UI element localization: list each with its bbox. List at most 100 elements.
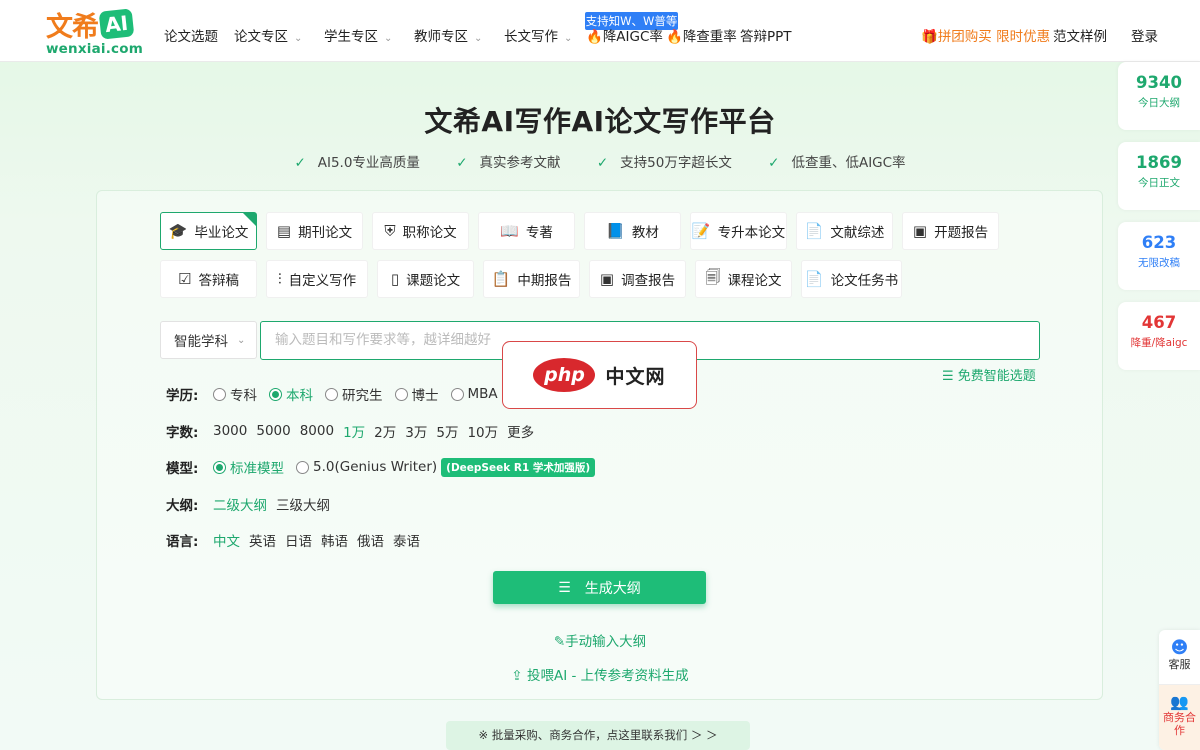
language-option-selected[interactable]: 中文 bbox=[213, 530, 240, 550]
bulk-purchase-bar[interactable]: ※ 批量采购、商务合作，点这里联系我们 ＞ ＞ bbox=[446, 721, 750, 750]
tab-literature-review[interactable]: 📄 文献综述 bbox=[796, 212, 893, 250]
language-option[interactable]: 日语 bbox=[285, 530, 312, 550]
tab-label: 中期报告 bbox=[517, 273, 572, 289]
tab-label: 答辩稿 bbox=[198, 273, 239, 289]
tab-label: 调查报告 bbox=[621, 273, 676, 289]
education-option-junior-college[interactable]: 专科 bbox=[213, 384, 257, 404]
topic-input-placeholder: 输入题目和写作要求等，越详细越好 bbox=[275, 332, 491, 348]
radio-button[interactable] bbox=[450, 387, 464, 401]
word-count-option[interactable]: 2万 bbox=[374, 421, 396, 441]
word-count-option[interactable]: 10万 bbox=[467, 421, 498, 441]
radio-button[interactable] bbox=[296, 460, 309, 474]
tab-graduation-thesis[interactable]: 🎓 毕业论文 bbox=[160, 212, 257, 250]
model-option-standard[interactable]: 标准模型 bbox=[213, 457, 284, 477]
word-count-option[interactable]: 5万 bbox=[436, 421, 458, 441]
stat-number: 9340 bbox=[1136, 73, 1182, 92]
model-label: 模型: bbox=[166, 461, 199, 477]
nav-paper-zone[interactable]: 论文专区 ⌄ bbox=[234, 28, 302, 48]
option-label: 博士 bbox=[411, 388, 439, 404]
word-count-option[interactable]: 8000 bbox=[300, 423, 334, 439]
language-option[interactable]: 俄语 bbox=[357, 530, 384, 550]
group-buy-promo[interactable]: 🎁拼团购买 限时优惠 bbox=[921, 28, 1050, 46]
word-count-option[interactable]: 3万 bbox=[405, 421, 427, 441]
option-label: 5.0(Genius Writer) bbox=[313, 459, 438, 475]
stat-number: 1869 bbox=[1136, 153, 1182, 172]
tab-defense-script[interactable]: ☑ 答辩稿 bbox=[160, 260, 257, 298]
textbook-icon: 📘 bbox=[606, 222, 625, 240]
tab-title-paper[interactable]: ⛨ 职称论文 bbox=[372, 212, 469, 250]
php-cn-text: 中文网 bbox=[605, 365, 666, 388]
nav-sample-papers[interactable]: 范文样例 bbox=[1053, 28, 1107, 46]
nav-topic-selection[interactable]: 论文选题 bbox=[164, 28, 218, 46]
tab-journal-paper[interactable]: ▤ 期刊论文 bbox=[266, 212, 363, 250]
language-option[interactable]: 泰语 bbox=[393, 530, 420, 550]
tab-midterm-report[interactable]: 📋 中期报告 bbox=[483, 260, 580, 298]
hero-title-a: 文希AI写作 bbox=[424, 105, 572, 138]
tab-project-paper[interactable]: ▯ 课题论文 bbox=[377, 260, 474, 298]
free-topic-link[interactable]: ☰ 免费智能选题 bbox=[942, 365, 1036, 384]
customer-service-button[interactable]: ☻ 客服 bbox=[1159, 630, 1200, 685]
radio-button[interactable] bbox=[213, 387, 226, 401]
nav-teacher-zone[interactable]: 教师专区 ⌄ bbox=[414, 28, 482, 48]
tab-label: 专著 bbox=[525, 225, 553, 241]
tab-upgrade-paper[interactable]: 📝 专升本论文 bbox=[690, 212, 787, 250]
stat-label: 无限改稿 bbox=[1138, 257, 1180, 269]
manual-outline-link[interactable]: ✎手动输入大纲 bbox=[0, 630, 1200, 650]
feature-item: ✓ 低查重、低AIGC率 bbox=[760, 155, 913, 171]
upload-reference-link[interactable]: ⇪ 投喂AI - 上传参考资料生成 bbox=[0, 664, 1200, 684]
nav-reduce-aigc[interactable]: 🔥降AIGC率 bbox=[586, 28, 663, 46]
stat-reduce-rate: 467 降重/降aigc bbox=[1118, 302, 1200, 370]
stat-label: 今日大纲 bbox=[1138, 97, 1180, 109]
tab-paper-assignment[interactable]: 📄 论文任务书 bbox=[801, 260, 902, 298]
language-option[interactable]: 英语 bbox=[249, 530, 276, 550]
model-option-genius[interactable]: 5.0(Genius Writer) bbox=[296, 459, 437, 475]
radio-button[interactable] bbox=[394, 387, 408, 401]
word-count-label: 字数: bbox=[166, 425, 199, 441]
clipboard-icon: 📋 bbox=[491, 270, 511, 288]
radio-button[interactable] bbox=[269, 387, 282, 401]
tab-label: 课题论文 bbox=[406, 273, 461, 289]
education-option-mba[interactable]: MBA bbox=[450, 386, 498, 402]
nav-long-writing[interactable]: 长文写作 ⌄ bbox=[504, 28, 572, 48]
login-link[interactable]: 登录 bbox=[1131, 28, 1158, 46]
nav-defense-ppt[interactable]: 答辩PPT bbox=[740, 28, 792, 46]
nav-label: 答辩PPT bbox=[740, 29, 792, 45]
tab-course-paper[interactable]: 🗐 课程论文 bbox=[695, 260, 792, 298]
word-count-more[interactable]: 更多 bbox=[507, 421, 534, 441]
business-cooperation-button[interactable]: 👥 商务合作 bbox=[1159, 685, 1200, 750]
radio-button[interactable] bbox=[213, 460, 226, 474]
subject-select[interactable]: 智能学科 ⌄ bbox=[160, 321, 257, 359]
doc-edit-icon: 📝 bbox=[691, 222, 711, 240]
tab-monograph[interactable]: 📖 专著 bbox=[478, 212, 575, 250]
education-option-master[interactable]: 研究生 bbox=[325, 384, 383, 404]
education-option-bachelor[interactable]: 本科 bbox=[269, 384, 313, 404]
tab-textbook[interactable]: 📘 教材 bbox=[584, 212, 681, 250]
outline-option-selected[interactable]: 二级大纲 bbox=[213, 494, 267, 514]
radio-button[interactable] bbox=[325, 387, 338, 401]
report-icon: ▣ bbox=[912, 222, 928, 240]
tab-label: 毕业论文 bbox=[194, 225, 249, 241]
generate-outline-button[interactable]: ☰ 生成大纲 bbox=[493, 571, 706, 604]
free-topic-label: 免费智能选题 bbox=[957, 369, 1036, 384]
chevron-down-icon: ⌄ bbox=[564, 33, 573, 44]
language-option[interactable]: 韩语 bbox=[321, 530, 348, 550]
word-count-option[interactable]: 5000 bbox=[256, 423, 290, 439]
nav-label: 论文专区 bbox=[234, 29, 288, 45]
outline-option[interactable]: 三级大纲 bbox=[276, 494, 330, 514]
tab-survey-report[interactable]: ▣ 调查报告 bbox=[589, 260, 686, 298]
site-logo[interactable]: 文希 AI wenxiai.com bbox=[46, 8, 143, 58]
word-count-option-selected[interactable]: 1万 bbox=[343, 421, 365, 441]
nav-reduce-duplicate[interactable]: 🔥降查重率 bbox=[666, 28, 737, 46]
tab-label: 课程论文 bbox=[727, 273, 782, 289]
php-logo: php bbox=[533, 358, 596, 392]
nav-student-zone[interactable]: 学生专区 ⌄ bbox=[324, 28, 392, 48]
word-count-option[interactable]: 3000 bbox=[213, 423, 247, 439]
bulk-purchase-label: ※ 批量采购、商务合作，点这里联系我们 ＞ ＞ bbox=[478, 728, 718, 742]
chevron-down-icon: ⌄ bbox=[294, 33, 303, 44]
education-option-doctor[interactable]: 博士 bbox=[394, 384, 439, 404]
chevron-down-icon: ⌄ bbox=[384, 33, 393, 44]
tab-proposal-report[interactable]: ▣ 开题报告 bbox=[902, 212, 999, 250]
tab-custom-writing[interactable]: ⫶ 自定义写作 bbox=[266, 260, 368, 298]
journal-icon: ▤ bbox=[276, 222, 292, 240]
nav-label: 学生专区 bbox=[324, 29, 378, 45]
